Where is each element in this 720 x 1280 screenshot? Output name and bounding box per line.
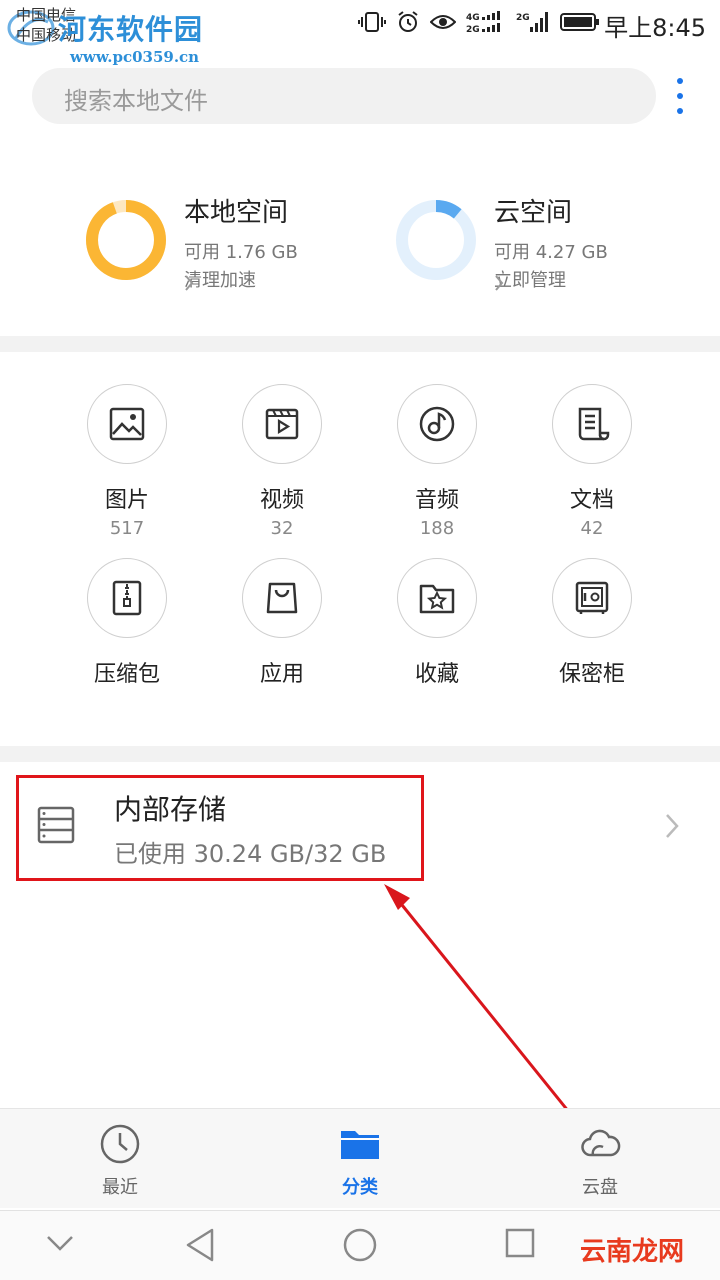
svg-text:2G: 2G: [466, 25, 480, 34]
category-label: 音频: [414, 488, 459, 513]
bottom-tab-bar: 最近 分类 云盘: [0, 1108, 720, 1208]
tab-label: 分类: [342, 1177, 378, 1198]
category-label: 压缩包: [93, 662, 160, 687]
tab-label: 云盘: [582, 1177, 618, 1198]
cloud-storage-title: 云空间: [494, 198, 573, 228]
chevron-right-icon: [185, 275, 194, 291]
safe-icon: [575, 581, 609, 614]
internal-storage-row[interactable]: 内部存储 已使用 30.24 GB/32 GB: [0, 762, 720, 888]
cloud-icon: [581, 1129, 621, 1157]
image-icon: [109, 407, 145, 441]
local-storage-card[interactable]: 本地空间 可用 1.76 GB 清理加速: [84, 190, 404, 292]
status-bar: 中国电信 中国移动 河东软件园 www.pc0359.cn 4G 2G 2G 早上…: [0, 0, 720, 66]
back-icon[interactable]: [184, 1227, 216, 1263]
tab-cloud-drive[interactable]: 云盘: [540, 1123, 660, 1199]
archive-icon: [112, 580, 142, 616]
category-label: 保密柜: [558, 662, 625, 687]
watermark-text: 云南龙网: [579, 1237, 684, 1267]
category-images[interactable]: 图片 517: [67, 384, 187, 539]
alarm-icon: [398, 11, 418, 32]
category-count: 42: [580, 518, 604, 539]
category-count: 517: [109, 518, 145, 539]
category-count: 32: [270, 518, 294, 539]
section-divider: [0, 336, 720, 352]
recents-icon[interactable]: [504, 1227, 536, 1259]
category-label: 收藏: [414, 662, 459, 687]
home-icon[interactable]: [342, 1227, 378, 1263]
status-icons: 4G 2G 2G: [358, 10, 600, 34]
category-archives[interactable]: 压缩包: [67, 558, 187, 688]
category-videos[interactable]: 视频 32: [222, 384, 342, 539]
chevron-right-icon: [495, 275, 504, 291]
svg-text:4G: 4G: [466, 13, 480, 23]
document-icon: [578, 407, 610, 441]
clean-speedup-label: 清理加速: [184, 270, 256, 291]
video-icon: [265, 408, 299, 440]
clean-speedup-link[interactable]: 清理加速: [184, 266, 256, 292]
eye-comfort-icon: [430, 15, 456, 29]
app-bag-icon: [266, 582, 298, 614]
section-divider: [0, 746, 720, 762]
chevron-right-icon: [666, 814, 679, 838]
annotation-highlight-box: [16, 775, 424, 881]
search-placeholder: 搜索本地文件: [64, 87, 208, 115]
watermark-url: www.pc0359.cn: [70, 48, 200, 66]
category-safe[interactable]: 保密柜: [532, 558, 652, 688]
search-input[interactable]: 搜索本地文件: [32, 68, 656, 124]
category-label: 视频: [259, 488, 304, 513]
manage-now-link[interactable]: 立即管理: [494, 266, 566, 292]
tab-recent[interactable]: 最近: [60, 1123, 180, 1199]
category-favorites[interactable]: 收藏: [377, 558, 497, 688]
signal-4g-icon: 4G2G: [466, 11, 500, 34]
folder-icon: [341, 1131, 379, 1159]
vibrate-icon: [358, 12, 386, 32]
cloud-storage-ring: [396, 200, 476, 280]
chevron-down-icon[interactable]: [44, 1233, 76, 1253]
watermark-title: 河东软件园: [58, 13, 204, 46]
status-time: 早上8:45: [604, 14, 706, 42]
clock-icon: [100, 1124, 140, 1164]
local-storage-ring: [86, 200, 166, 280]
category-apps[interactable]: 应用: [222, 558, 342, 688]
favorite-folder-icon: [419, 584, 455, 614]
tab-label: 最近: [102, 1177, 138, 1198]
local-storage-available: 可用 1.76 GB: [184, 242, 298, 263]
category-audio[interactable]: 音频 188: [377, 384, 497, 539]
music-icon: [419, 406, 455, 442]
svg-text:2G: 2G: [516, 13, 530, 23]
signal-2g-icon: 2G: [516, 12, 548, 32]
battery-icon: [560, 13, 599, 31]
category-documents[interactable]: 文档 42: [532, 384, 652, 539]
category-count: 188: [419, 518, 455, 539]
category-label: 文档: [569, 488, 614, 513]
cloud-storage-card[interactable]: 云空间 可用 4.27 GB 立即管理: [394, 190, 714, 292]
system-nav-bar: 云南龙网: [0, 1210, 720, 1280]
category-label: 应用: [259, 662, 304, 687]
local-storage-title: 本地空间: [184, 198, 289, 228]
more-menu-icon[interactable]: [664, 74, 696, 118]
tab-categories[interactable]: 分类: [300, 1123, 420, 1199]
category-label: 图片: [104, 488, 149, 513]
cloud-storage-available: 可用 4.27 GB: [494, 242, 608, 263]
manage-now-label: 立即管理: [494, 270, 566, 291]
